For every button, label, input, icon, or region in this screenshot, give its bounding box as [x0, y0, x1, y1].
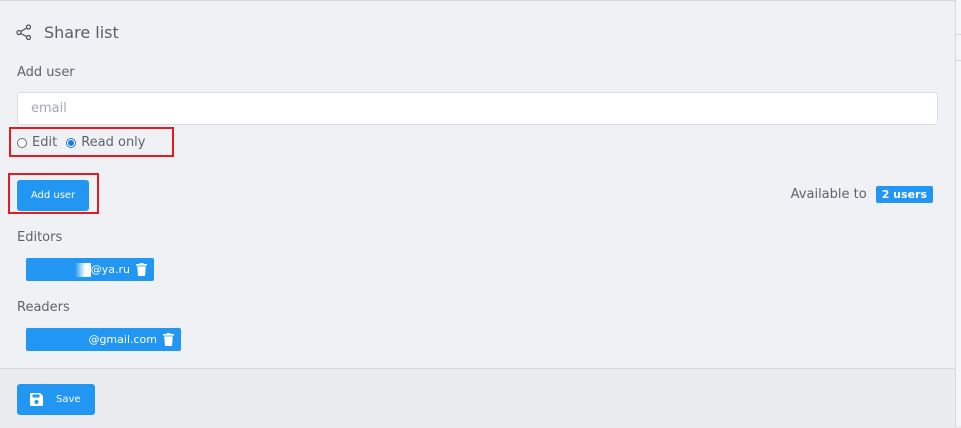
save-label: Save — [56, 394, 81, 405]
background-strip — [956, 0, 961, 426]
read-only-radio-option[interactable]: Read only — [66, 135, 145, 150]
edit-radio-option[interactable]: Edit — [17, 135, 57, 150]
trash-icon[interactable] — [163, 333, 174, 346]
reader-email: @gmail.com — [88, 333, 157, 346]
edit-radio-label: Edit — [32, 135, 58, 150]
panel-header: Share list — [16, 21, 119, 43]
reader-user-chip: @gmail.com — [26, 328, 181, 351]
share-icon — [16, 24, 32, 40]
editor-email: @ya.ru — [90, 263, 130, 276]
editors-label: Editors — [17, 230, 63, 245]
users-count-badge: 2 users — [875, 186, 933, 203]
editor-user-chip: @ya.ru — [26, 258, 154, 281]
add-user-label: Add user — [17, 65, 75, 80]
email-input[interactable] — [17, 92, 938, 125]
trash-icon[interactable] — [136, 263, 147, 276]
redacted-name-mask — [74, 262, 91, 277]
share-list-panel: Share list Add user Edit Read only Add u… — [0, 0, 956, 428]
permission-radio-group: Edit Read only — [17, 135, 154, 150]
available-to-label: Available to — [790, 187, 867, 202]
floppy-disk-icon — [30, 393, 43, 406]
save-button[interactable]: Save — [17, 384, 95, 415]
panel-title: Share list — [44, 22, 119, 42]
panel-footer: Save — [0, 368, 955, 428]
read-only-radio-label: Read only — [81, 135, 146, 150]
availability-info: Available to 2 users — [791, 186, 933, 203]
read-only-radio[interactable] — [66, 137, 77, 148]
edit-radio[interactable] — [17, 137, 27, 148]
readers-label: Readers — [17, 300, 70, 315]
add-user-button[interactable]: Add user — [17, 180, 89, 211]
divider — [956, 60, 961, 61]
divider — [956, 34, 961, 35]
